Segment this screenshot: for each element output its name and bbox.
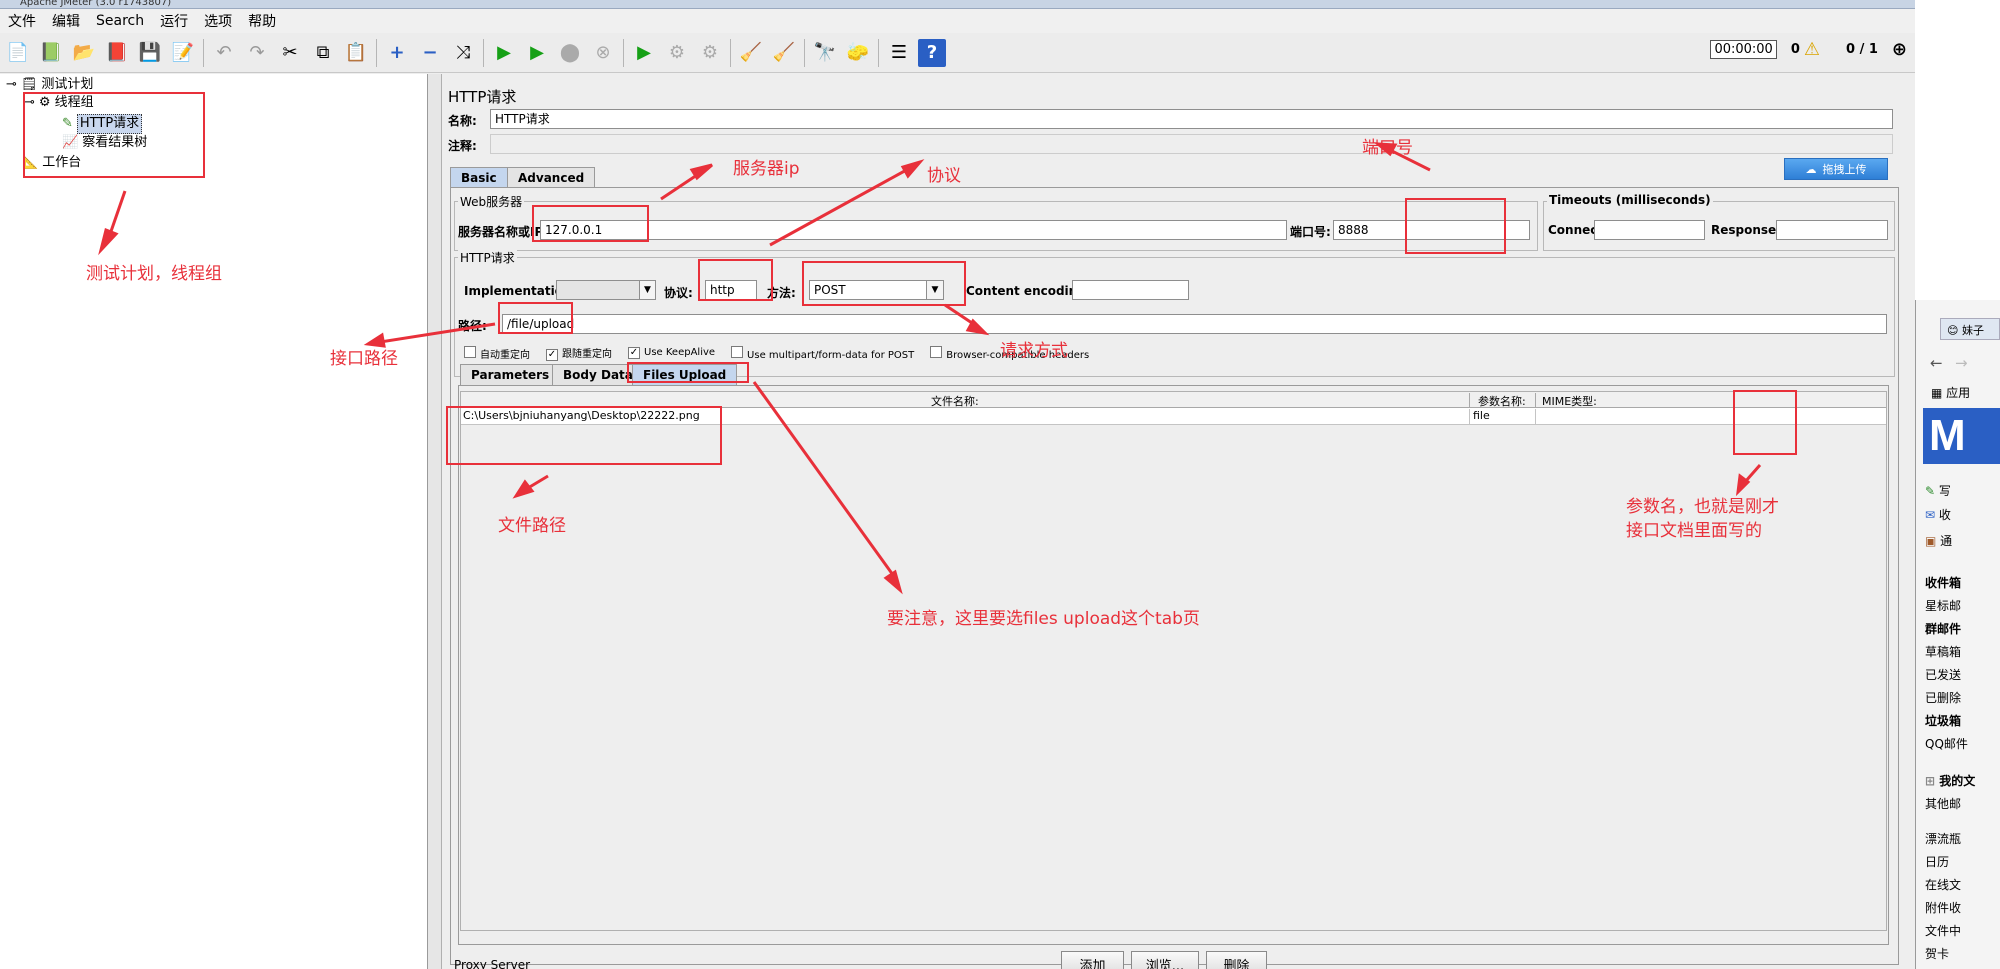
back-icon[interactable]: ← [1930, 354, 1943, 372]
annotation-box-tree [23, 92, 205, 178]
expand-icon: ⊞ [1925, 774, 1940, 788]
deleted-link[interactable]: 已删除 [1925, 689, 1961, 706]
contacts-link[interactable]: ▣ 通 [1925, 532, 1952, 549]
annotation-box-files-tab [627, 362, 749, 383]
annotation-box-port [1405, 198, 1506, 254]
note-method: 请求方式 [1000, 341, 1068, 361]
my-folders-link[interactable]: ⊞ 我的文 [1925, 772, 1975, 789]
calendar-link[interactable]: 日历 [1925, 853, 1949, 870]
tab-icon: 😊 [1947, 324, 1962, 337]
sent-link[interactable]: 已发送 [1925, 666, 1961, 683]
annotation-arrows [98, 142, 1762, 595]
starred-link[interactable]: 星标邮 [1925, 597, 1961, 614]
note-tab: 要注意，这里要选files upload这个tab页 [887, 609, 1200, 629]
note-port: 端口号 [1362, 138, 1413, 158]
note-param: 参数名，也就是刚才 [1626, 497, 1779, 517]
note-file: 文件路径 [498, 516, 566, 536]
apps-icon: ▦ [1931, 386, 1947, 400]
browser-tab[interactable]: 😊 妹子 [1940, 318, 2000, 340]
note-path: 接口路径 [330, 349, 398, 369]
write-icon: ✎ [1925, 484, 1939, 498]
online-docs-link[interactable]: 在线文 [1925, 876, 1961, 893]
bookmark-apps[interactable]: ▦ 应用 [1931, 384, 1970, 401]
annotation-box-param [1733, 390, 1797, 455]
other-mail-link[interactable]: 其他邮 [1925, 795, 1961, 812]
forward-icon[interactable]: → [1955, 354, 1968, 372]
note-protocol: 协议 [927, 166, 961, 186]
compose-link[interactable]: ✎ 写 [1925, 482, 1951, 499]
inbox-link[interactable]: 收件箱 [1925, 574, 1961, 591]
receive-icon: ✉ [1925, 508, 1939, 522]
annotation-box-path [498, 302, 573, 334]
annotation-box-protocol [698, 259, 773, 301]
note-server: 服务器ip [733, 159, 800, 179]
annotation-box-method [802, 261, 966, 306]
contacts-icon: ▣ [1925, 534, 1941, 548]
file-center-link[interactable]: 文件中 [1925, 922, 1961, 939]
note-param-2: 接口文档里面写的 [1626, 521, 1762, 541]
drift-bottle-link[interactable]: 漂流瓶 [1925, 830, 1961, 847]
mail-logo: M [1923, 408, 2000, 464]
qq-mail-link[interactable]: QQ邮件 [1925, 735, 1968, 752]
background-browser: 😊 妹子 ← → ▦ 应用 M ✎ 写 ✉ 收 ▣ 通 收件箱 星标邮 群邮件 … [1915, 0, 2000, 969]
cards-link[interactable]: 贺卡 [1925, 945, 1949, 962]
note-tree: 测试计划，线程组 [86, 264, 222, 284]
drafts-link[interactable]: 草稿箱 [1925, 643, 1961, 660]
spam-link[interactable]: 垃圾箱 [1925, 712, 1961, 729]
annotation-box-file-path [446, 406, 722, 465]
annotation-box-server [532, 205, 649, 242]
receive-link[interactable]: ✉ 收 [1925, 506, 1951, 523]
group-mail-link[interactable]: 群邮件 [1925, 620, 1961, 637]
attachments-link[interactable]: 附件收 [1925, 899, 1961, 916]
